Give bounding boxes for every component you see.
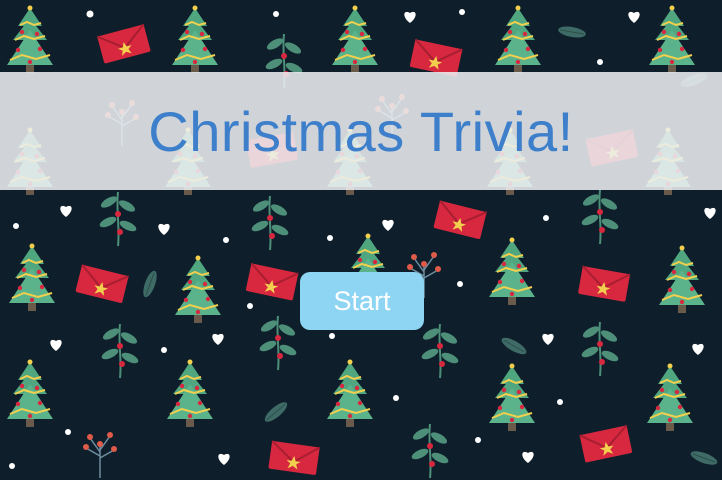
envelope-icon: [576, 265, 632, 303]
snow-dot-icon: [557, 399, 563, 405]
snow-dot-icon: [86, 10, 94, 18]
christmas-tree-icon: [488, 236, 536, 306]
christmas-tree-icon: [6, 4, 54, 74]
mistletoe-icon: [99, 323, 141, 379]
christmas-tree-icon: [8, 242, 56, 312]
snow-dot-icon: [327, 235, 333, 241]
berry-sprig-icon: [82, 431, 118, 479]
envelope-icon: [244, 262, 300, 302]
mistletoe-icon: [249, 195, 291, 251]
snow-dot-icon: [459, 9, 465, 15]
heart-icon: [158, 223, 170, 235]
christmas-tree-icon: [326, 358, 374, 428]
mistletoe-icon: [257, 315, 299, 371]
snow-dot-icon: [393, 395, 399, 401]
heart-icon: [60, 205, 72, 217]
leaf-icon: [498, 334, 530, 358]
leaf-icon: [140, 268, 160, 300]
leaf-icon: [556, 24, 588, 40]
heart-icon: [542, 333, 554, 345]
envelope-icon: [74, 263, 130, 305]
christmas-tree-icon: [646, 362, 694, 432]
mistletoe-icon: [419, 323, 461, 379]
snow-dot-icon: [161, 347, 167, 353]
mistletoe-icon: [579, 321, 621, 377]
christmas-tree-icon: [488, 362, 536, 432]
heart-icon: [628, 11, 640, 23]
snow-dot-icon: [543, 215, 549, 221]
envelope-icon: [96, 23, 152, 65]
snow-dot-icon: [329, 333, 335, 339]
christmas-tree-icon: [6, 358, 54, 428]
christmas-tree-icon: [648, 4, 696, 74]
christmas-tree-icon: [174, 254, 222, 324]
heart-icon: [50, 339, 62, 351]
mistletoe-icon: [409, 423, 451, 479]
heart-icon: [404, 11, 416, 23]
heart-icon: [704, 207, 716, 219]
snow-dot-icon: [597, 59, 603, 65]
snow-dot-icon: [65, 429, 71, 435]
christmas-tree-icon: [658, 244, 706, 314]
game-screen: Christmas Trivia! Start: [0, 0, 722, 480]
christmas-tree-icon: [171, 4, 219, 74]
heart-icon: [692, 343, 704, 355]
snow-dot-icon: [223, 237, 229, 243]
christmas-tree-icon: [331, 4, 379, 74]
christmas-tree-icon: [494, 4, 542, 74]
envelope-icon: [578, 424, 634, 464]
title-banner: Christmas Trivia!: [0, 72, 722, 190]
leaf-icon: [261, 398, 291, 426]
game-title: Christmas Trivia!: [148, 99, 574, 163]
snow-dot-icon: [13, 223, 19, 229]
envelope-icon: [267, 439, 321, 477]
leaf-icon: [688, 448, 720, 468]
envelope-icon: [432, 199, 488, 241]
start-button[interactable]: Start: [300, 272, 424, 330]
snow-dot-icon: [475, 437, 481, 443]
heart-icon: [522, 451, 534, 463]
heart-icon: [212, 333, 224, 345]
snow-dot-icon: [273, 11, 279, 17]
mistletoe-icon: [579, 189, 621, 245]
heart-icon: [218, 453, 230, 465]
snow-dot-icon: [247, 303, 253, 309]
snow-dot-icon: [457, 281, 463, 287]
snow-dot-icon: [9, 463, 15, 469]
heart-icon: [382, 219, 394, 231]
christmas-tree-icon: [166, 358, 214, 428]
mistletoe-icon: [97, 191, 139, 247]
